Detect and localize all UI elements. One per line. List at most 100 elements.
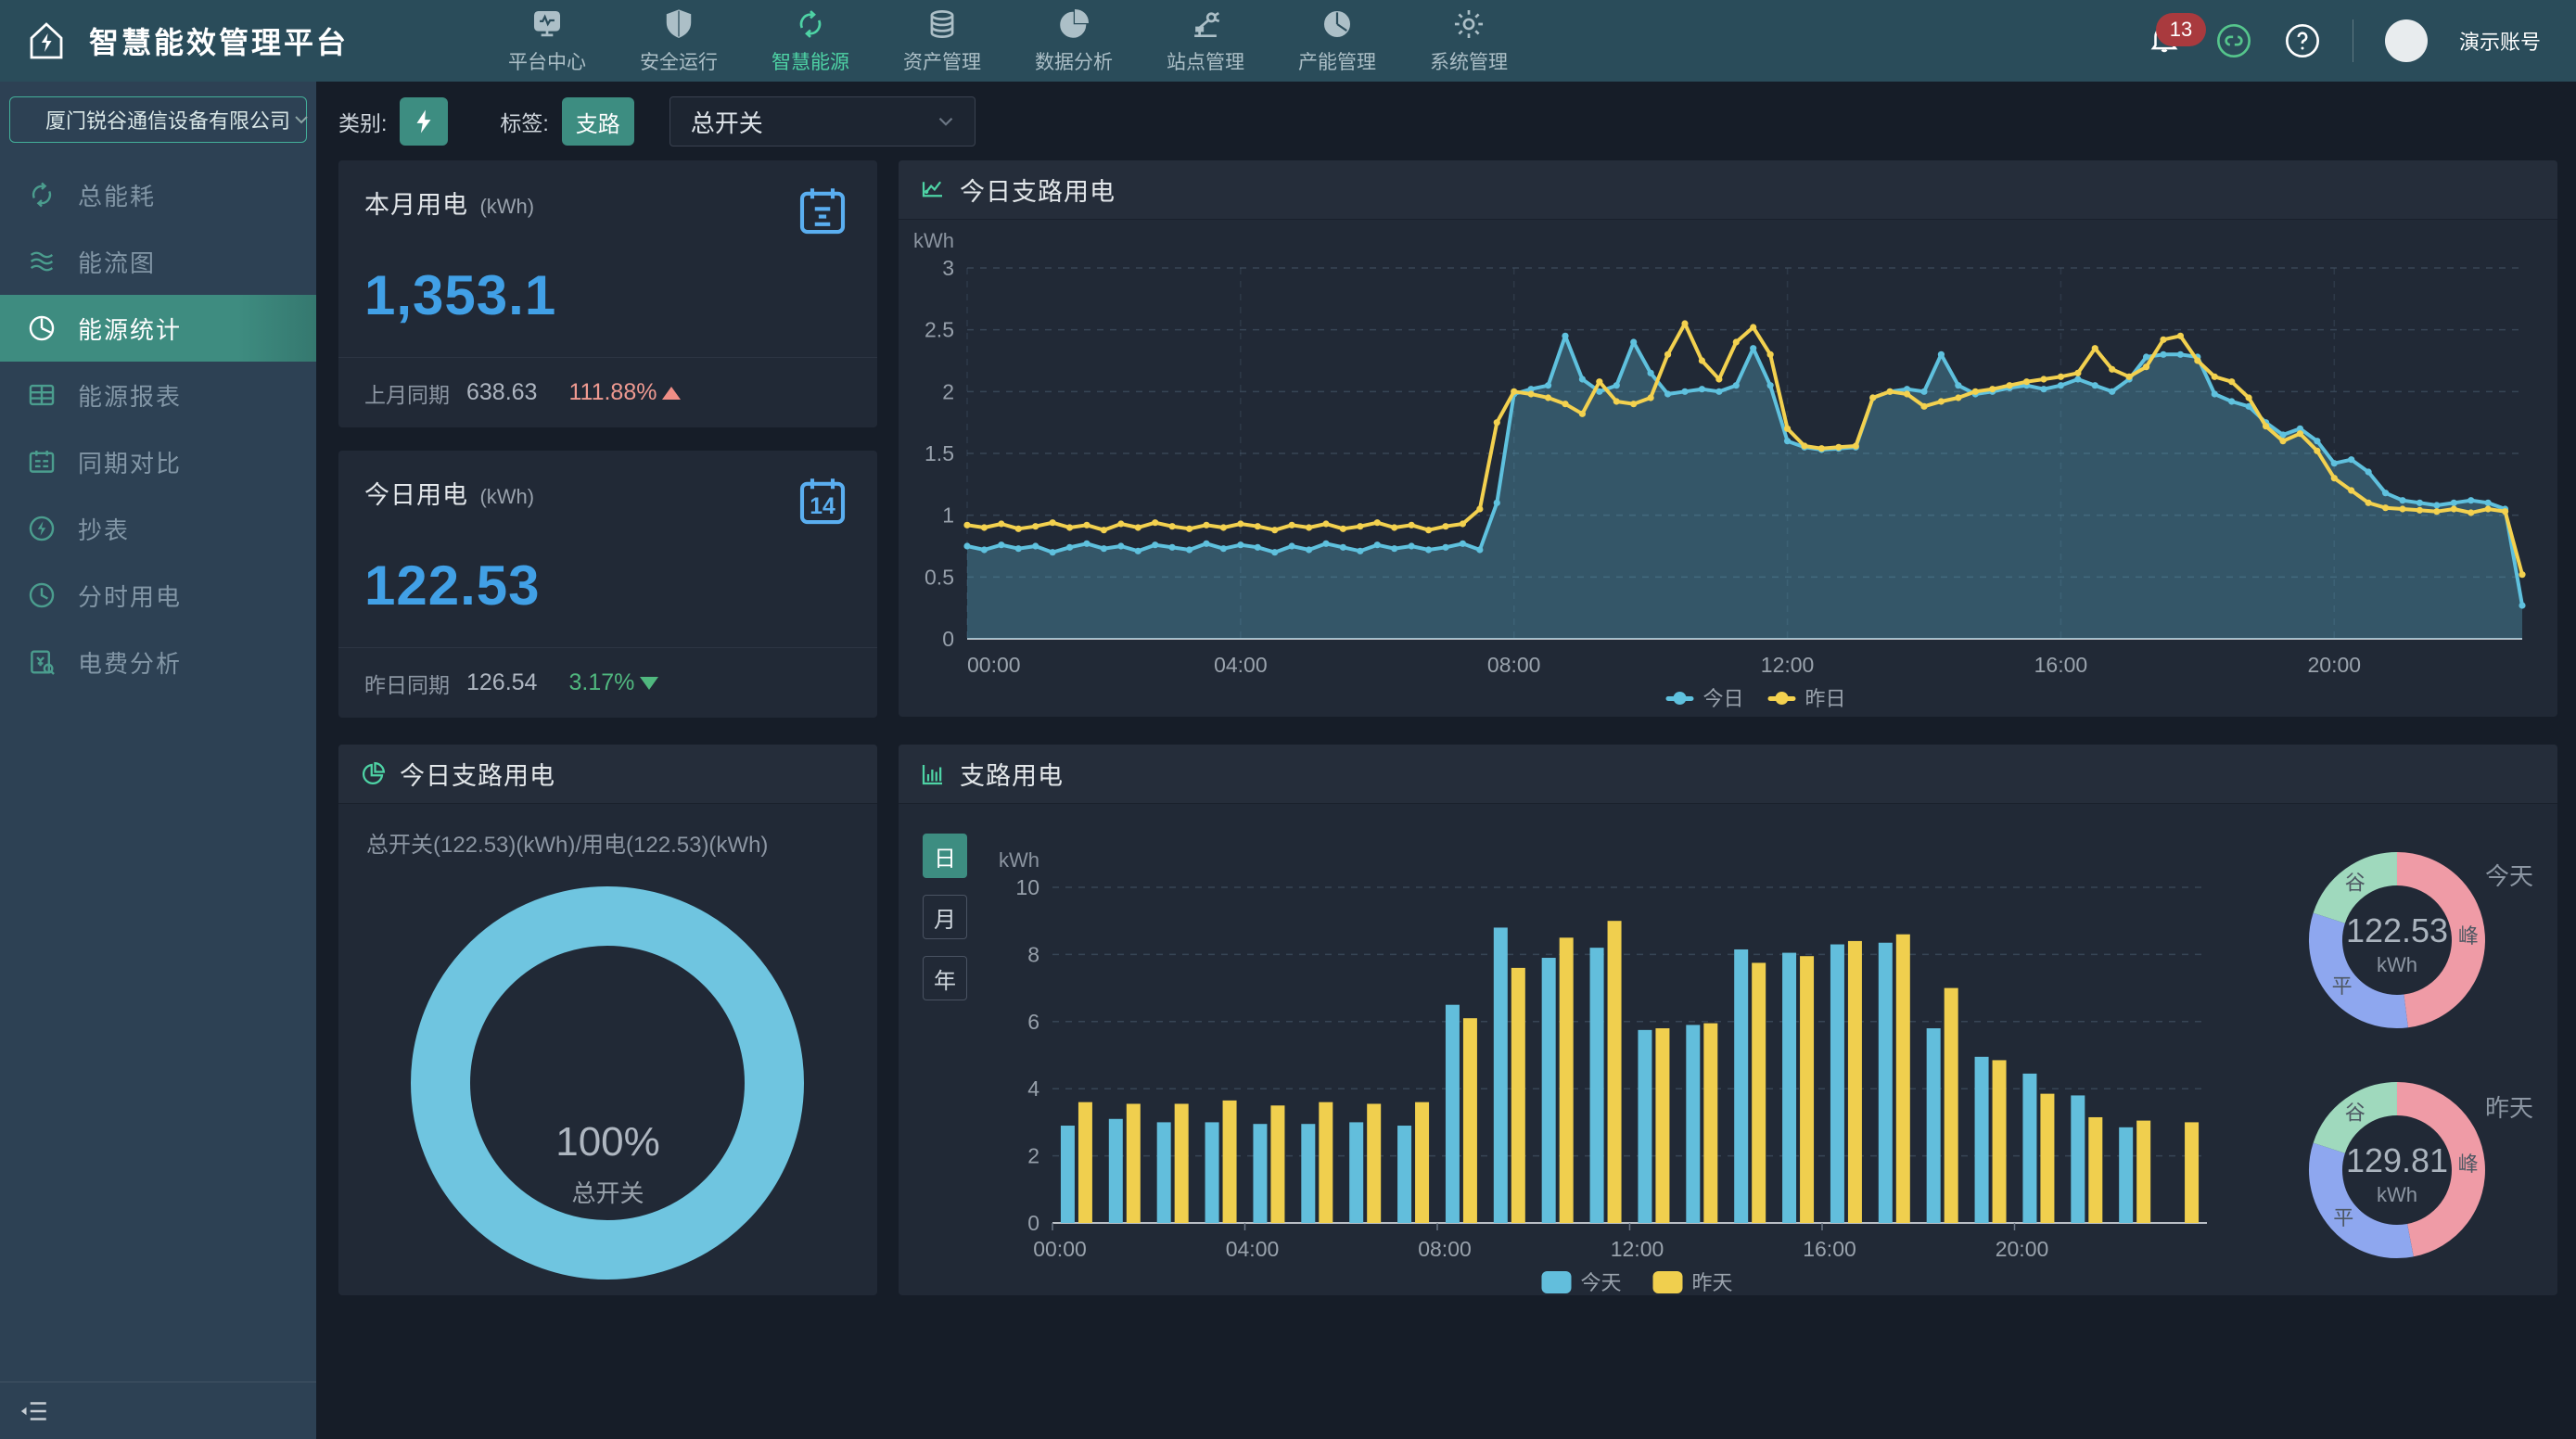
chevron-down-icon [290,108,312,131]
company-select[interactable]: 厦门锐谷通信设备有限公司 [9,96,307,143]
svg-text:00:00: 00:00 [1033,1237,1087,1261]
sidebar-item-label: 能源统计 [78,312,182,346]
table-icon [26,379,57,411]
svg-text:00:00: 00:00 [967,653,1021,677]
branch-select[interactable]: 总开关 [670,96,976,146]
svg-text:1: 1 [942,503,954,528]
svg-text:kWh: kWh [2377,1183,2417,1206]
today-branch-line-card: 今日支路用电 00.511.522.5300:0004:0008:0012:00… [899,160,2557,717]
nav-item-label: 数据分析 [1035,47,1113,75]
help-icon[interactable] [2284,22,2321,59]
today-compare-value: 126.54 [466,669,537,696]
nav-item-系统管理[interactable]: 系统管理 [1409,6,1528,75]
svg-text:2: 2 [1027,1144,1039,1168]
donut-chart-plot[interactable] [338,863,877,1290]
bill-analysis-icon [26,646,57,678]
sidebar: 厦门锐谷通信设备有限公司 总能耗能流图能源统计能源报表同期对比抄表分时用电电费分… [0,82,316,1439]
svg-text:平: 平 [2333,1206,2353,1229]
svg-text:昨天: 昨天 [1692,1271,1733,1294]
donut-card-header: 今日支路用电 [338,745,877,804]
nav-item-平台中心[interactable]: 平台中心 [488,6,606,75]
svg-text:2.5: 2.5 [925,318,954,342]
svg-text:20:00: 20:00 [1996,1237,2049,1261]
tou-label-today: 今天 [2485,858,2533,892]
notification-badge: 13 [2156,13,2206,46]
svg-text:峰: 峰 [2458,924,2479,948]
nav-item-数据分析[interactable]: 数据分析 [1014,6,1133,75]
svg-text:14: 14 [810,494,835,519]
sidebar-item-label: 分时用电 [78,579,182,613]
bar-chart-plot[interactable]: 0246810kWh00:0004:0008:0012:0016:0020:00… [899,804,2243,1295]
donut-subtitle: 总开关(122.53)(kWh)/用电(122.53)(kWh) [366,826,768,859]
svg-text:平: 平 [2332,974,2353,998]
month-percent: 111.88% [568,379,681,406]
category-electric-button[interactable] [400,97,448,146]
sidebar-item-能源报表[interactable]: 能源报表 [0,362,316,428]
line-chart-icon [919,176,947,204]
today-usage-card: 今日用电 (kWh) 14 122.53 昨日同期 126.54 3.17% [338,451,877,718]
svg-text:6: 6 [1027,1010,1039,1034]
nav-item-安全运行[interactable]: 安全运行 [619,6,738,75]
sidebar-item-label: 电费分析 [78,645,182,680]
nav-item-label: 站点管理 [1167,47,1244,75]
nav-item-产能管理[interactable]: 产能管理 [1278,6,1396,75]
sidebar-item-能源统计[interactable]: 能源统计 [0,295,316,362]
recycle-icon [793,6,828,42]
sidebar-item-label: 总能耗 [78,178,156,212]
line-chart-plot[interactable]: 00.511.522.5300:0004:0008:0012:0016:0020… [899,220,2557,717]
sidebar-item-总能耗[interactable]: 总能耗 [0,161,316,228]
svg-text:1.5: 1.5 [925,441,954,465]
sidebar-item-同期对比[interactable]: 同期对比 [0,428,316,495]
notifications-button[interactable]: 13 [2147,20,2184,61]
sidebar-item-电费分析[interactable]: 电费分析 [0,629,316,695]
tou-donut-panel: 峰平谷122.53kWh 今天 峰平谷129.81kWh 昨天 [2243,804,2557,1295]
gear-icon [1451,6,1486,42]
svg-text:昨日: 昨日 [1805,687,1846,710]
chevron-down-icon [934,109,958,134]
pie-clock-icon [26,312,57,344]
sidebar-item-label: 能源报表 [78,378,182,413]
svg-text:4: 4 [1027,1076,1039,1101]
robot-arm-icon [1188,6,1223,42]
svg-text:0: 0 [942,627,954,651]
nav-item-label: 系统管理 [1430,47,1508,75]
svg-text:kWh: kWh [999,848,1039,872]
nav-item-站点管理[interactable]: 站点管理 [1146,6,1265,75]
line-card-header: 今日支路用电 [899,160,2557,220]
month-card-title: 本月用电 [364,191,468,219]
nav-item-智慧能源[interactable]: 智慧能源 [751,6,870,75]
svg-text:12:00: 12:00 [1611,1237,1664,1261]
sidebar-item-能流图[interactable]: 能流图 [0,228,316,295]
tou-label-yesterday: 昨天 [2485,1089,2533,1124]
bar-card-title: 支路用电 [960,756,1064,792]
coins-icon [925,6,960,42]
month-card-footer: 上月同期 638.63 111.88% [338,357,877,427]
collapse-sidebar-icon[interactable] [19,1395,50,1427]
sidebar-item-label: 抄表 [78,512,130,546]
line-card-title: 今日支路用电 [960,172,1116,208]
today-branch-donut-card: 今日支路用电 总开关(122.53)(kWh)/用电(122.53)(kWh) … [338,745,877,1295]
svg-text:12:00: 12:00 [1761,653,1815,677]
tag-branch-button[interactable]: 支路 [562,97,634,146]
pie-chart-icon [359,760,387,788]
topbar: 智慧能效管理平台 平台中心安全运行智慧能源资产管理数据分析站点管理产能管理系统管… [0,0,2576,82]
svg-text:10: 10 [1015,875,1039,899]
bolt-circle-icon [26,513,57,544]
account-name[interactable]: 演示账号 [2459,26,2541,56]
today-usage-value: 122.53 [364,554,851,618]
branch-usage-bar-card: 支路用电 日月年 0246810kWh00:0004:0008:0012:001… [899,745,2557,1295]
link-icon[interactable] [2215,22,2252,59]
nav-item-资产管理[interactable]: 资产管理 [883,6,1001,75]
svg-text:谷: 谷 [2345,872,2366,895]
tou-donut-today[interactable]: 峰平谷122.53kWh [2286,829,2508,1051]
month-compare-value: 638.63 [466,379,537,406]
sidebar-footer [0,1382,316,1439]
month-card-unit: (kWh) [479,195,534,218]
avatar[interactable] [2385,19,2428,62]
trend-up-icon [662,387,681,400]
main-content: 类别: 标签: 支路 总开关 本月用电 (kWh) 1,353.1 上 [316,82,2576,1439]
sidebar-item-分时用电[interactable]: 分时用电 [0,562,316,629]
sidebar-item-抄表[interactable]: 抄表 [0,495,316,562]
tou-donut-yesterday[interactable]: 峰平谷129.81kWh [2286,1059,2508,1281]
donut-card-title: 今日支路用电 [400,756,555,792]
